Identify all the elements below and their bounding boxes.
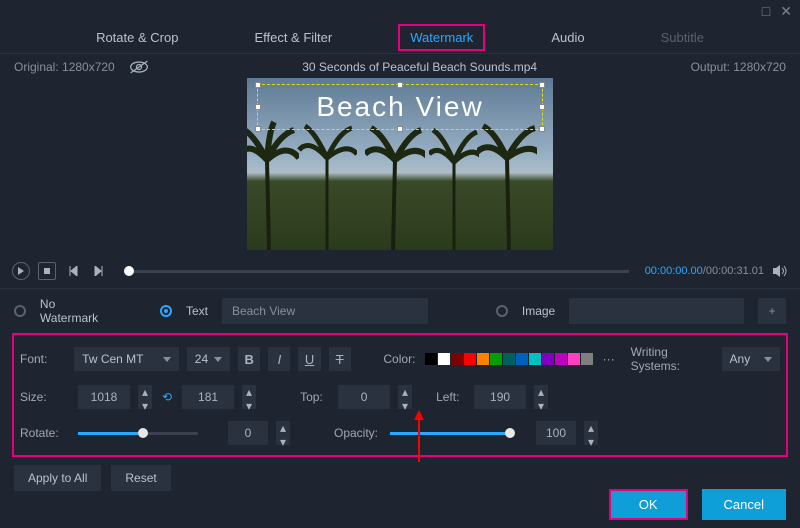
font-label: Font: <box>20 352 66 366</box>
font-size-select[interactable]: 24 <box>187 347 230 371</box>
radio-image[interactable] <box>496 305 508 317</box>
font-family-select[interactable]: Tw Cen MT <box>74 347 179 371</box>
annotation-arrow <box>412 410 426 462</box>
eye-hidden-icon[interactable] <box>129 60 149 74</box>
color-swatch[interactable] <box>581 353 593 365</box>
left-input[interactable] <box>474 385 526 409</box>
tab-effect-filter[interactable]: Effect & Filter <box>244 24 342 51</box>
tabs-bar: Rotate & Crop Effect & Filter Watermark … <box>0 22 800 54</box>
left-stepper[interactable]: ▴▾ <box>534 385 548 409</box>
playback-time: 00:00:00.00/00:00:31.01 <box>645 265 764 277</box>
color-swatch[interactable] <box>477 353 489 365</box>
height-stepper[interactable]: ▴▾ <box>242 385 256 409</box>
cancel-button[interactable]: Cancel <box>702 489 786 520</box>
original-resolution: Original: 1280x720 <box>14 60 115 74</box>
seek-bar[interactable] <box>124 270 629 273</box>
color-swatch[interactable] <box>451 353 463 365</box>
writing-systems-label: Writing Systems: <box>631 345 714 373</box>
height-input[interactable] <box>182 385 234 409</box>
apply-to-all-button[interactable]: Apply to All <box>14 465 101 491</box>
color-swatch[interactable] <box>490 353 502 365</box>
filename-label: 30 Seconds of Peaceful Beach Sounds.mp4 <box>302 60 537 74</box>
bold-button[interactable]: B <box>238 347 260 371</box>
color-swatch[interactable] <box>568 353 580 365</box>
color-swatch[interactable] <box>542 353 554 365</box>
color-swatch[interactable] <box>438 353 450 365</box>
volume-icon[interactable] <box>772 264 788 278</box>
tab-audio[interactable]: Audio <box>541 24 594 51</box>
rotate-label: Rotate: <box>20 426 70 440</box>
watermark-settings-panel: Font: Tw Cen MT 24 B I U T Color: ··· Wr… <box>12 333 788 457</box>
more-colors-icon[interactable]: ··· <box>603 352 615 366</box>
color-swatch[interactable] <box>425 353 437 365</box>
opacity-stepper[interactable]: ▴▾ <box>584 421 598 445</box>
prev-icon[interactable] <box>64 262 82 280</box>
opacity-label: Opacity: <box>334 426 382 440</box>
underline-button[interactable]: U <box>298 347 320 371</box>
no-watermark-label: No Watermark <box>40 297 116 325</box>
ok-button[interactable]: OK <box>609 489 688 520</box>
reset-button[interactable]: Reset <box>111 465 170 491</box>
stop-icon[interactable] <box>38 262 56 280</box>
writing-systems-select[interactable]: Any <box>722 347 780 371</box>
color-swatch[interactable] <box>464 353 476 365</box>
color-swatches[interactable] <box>425 353 593 365</box>
color-swatch[interactable] <box>503 353 515 365</box>
radio-no-watermark[interactable] <box>14 305 26 317</box>
rotate-value-input[interactable] <box>228 421 268 445</box>
strikethrough-button[interactable]: T <box>329 347 351 371</box>
tab-rotate-crop[interactable]: Rotate & Crop <box>86 24 188 51</box>
watermark-text: Beach View <box>316 91 483 123</box>
color-swatch[interactable] <box>555 353 567 365</box>
italic-button[interactable]: I <box>268 347 290 371</box>
tab-subtitle[interactable]: Subtitle <box>651 24 714 51</box>
width-stepper[interactable]: ▴▾ <box>138 385 152 409</box>
top-stepper[interactable]: ▴▾ <box>398 385 412 409</box>
tab-watermark[interactable]: Watermark <box>398 24 485 51</box>
watermark-bounding-box[interactable]: Beach View <box>257 84 543 130</box>
output-resolution: Output: 1280x720 <box>691 60 786 74</box>
text-watermark-input[interactable] <box>222 298 428 324</box>
top-label: Top: <box>300 390 330 404</box>
left-label: Left: <box>436 390 466 404</box>
top-input[interactable] <box>338 385 390 409</box>
next-icon[interactable] <box>90 262 108 280</box>
seek-thumb[interactable] <box>124 266 134 276</box>
radio-text[interactable] <box>160 305 172 317</box>
text-mode-label: Text <box>186 304 208 318</box>
color-swatch[interactable] <box>516 353 528 365</box>
image-mode-label: Image <box>522 304 555 318</box>
maximize-icon[interactable]: □ <box>762 3 770 19</box>
video-preview[interactable]: Beach View <box>247 78 553 250</box>
rotate-stepper[interactable]: ▴▾ <box>276 421 290 445</box>
play-icon[interactable] <box>12 262 30 280</box>
close-icon[interactable]: ✕ <box>780 3 792 20</box>
opacity-slider[interactable] <box>390 432 510 435</box>
add-image-button[interactable]: + <box>758 298 786 324</box>
link-aspect-icon[interactable]: ⟲ <box>160 390 174 404</box>
size-label: Size: <box>20 390 70 404</box>
opacity-value-input[interactable] <box>536 421 576 445</box>
width-input[interactable] <box>78 385 130 409</box>
color-swatch[interactable] <box>529 353 541 365</box>
color-label: Color: <box>383 352 416 366</box>
rotate-slider[interactable] <box>78 432 198 435</box>
image-watermark-input[interactable] <box>569 298 744 324</box>
